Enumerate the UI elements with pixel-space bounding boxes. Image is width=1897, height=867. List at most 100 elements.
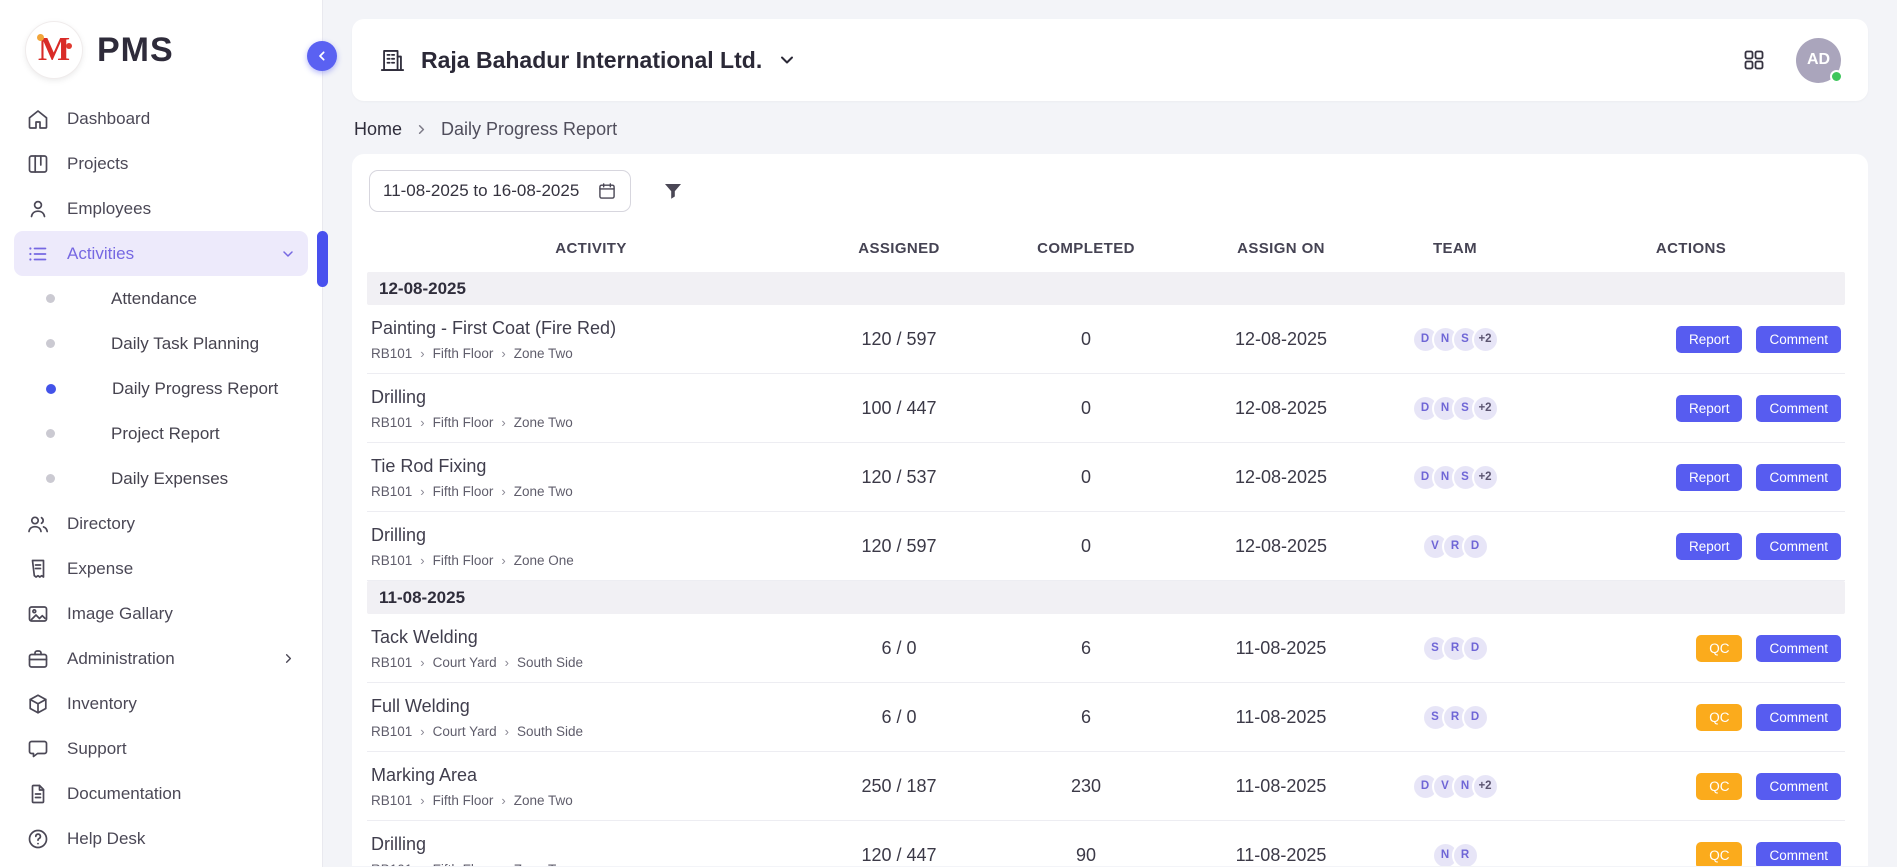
assigned-value: 100 / 447 [815,398,983,419]
team-avatar-more[interactable]: +2 [1472,395,1499,422]
activity-title[interactable]: Painting - First Coat (Fire Red) [371,318,811,339]
assigned-value: 120 / 447 [815,845,983,866]
date-range-input[interactable]: 11-08-2025 to 16-08-2025 [369,170,631,212]
team-avatar-more[interactable]: +2 [1472,326,1499,353]
column-header-actions: ACTIONS [1537,240,1845,257]
company-selector[interactable]: Raja Bahadur International Ltd. [379,47,797,74]
assign-on-value: 12-08-2025 [1189,536,1373,557]
table-header-row: ACTIVITY ASSIGNED COMPLETED ASSIGN ON TE… [367,224,1845,272]
sidebar-item-directory[interactable]: Directory [14,501,308,546]
logo-dot [37,34,44,41]
activity-title[interactable]: Full Welding [371,696,811,717]
activity-title[interactable]: Marking Area [371,765,811,786]
sidebar-item-administration[interactable]: Administration [14,636,308,681]
column-header-completed: COMPLETED [983,240,1189,257]
sidebar-item-dashboard[interactable]: Dashboard [14,96,308,141]
sidebar-item-expense[interactable]: Expense [14,546,308,591]
assign-on-value: 11-08-2025 [1189,776,1373,797]
sidebar-item-label: Support [67,739,127,759]
sidebar-item-activities[interactable]: Activities [14,231,308,276]
report-button[interactable]: Report [1676,395,1743,422]
person-icon [26,197,50,221]
activity-path: RB101Fifth FloorZone One [371,553,811,568]
assigned-value: 120 / 597 [815,329,983,350]
activity-title[interactable]: Drilling [371,834,811,855]
users-icon [26,512,50,536]
comment-button[interactable]: Comment [1756,842,1841,867]
chevron-down-icon [280,246,296,262]
app-logo: M PMS [0,0,322,91]
sidebar-subitem-attendance[interactable]: Attendance [14,276,308,321]
comment-button[interactable]: Comment [1756,773,1841,800]
team-avatars: SRD [1373,704,1537,731]
sidebar-item-label: Image Gallary [67,604,173,624]
team-avatar[interactable]: D [1462,533,1489,560]
activity-title[interactable]: Drilling [371,387,811,408]
sidebar-item-projects[interactable]: Projects [14,141,308,186]
bullet-icon [46,339,55,348]
assigned-value: 120 / 597 [815,536,983,557]
sidebar-item-support[interactable]: Support [14,726,308,771]
sidebar-subitem-daily-task-planning[interactable]: Daily Task Planning [14,321,308,366]
sidebar-subitem-daily-progress-report[interactable]: Daily Progress Report [14,366,308,411]
app-title: PMS [97,31,174,70]
bullet-icon [46,384,56,394]
apps-grid-button[interactable] [1742,48,1766,72]
team-avatar[interactable]: R [1452,842,1479,867]
sidebar-item-image-gallary[interactable]: Image Gallary [14,591,308,636]
chevron-right-icon [281,651,296,666]
user-avatar[interactable]: AD [1796,38,1841,83]
comment-button[interactable]: Comment [1756,635,1841,662]
completed-value: 0 [983,536,1189,557]
briefcase-icon [26,647,50,671]
sidebar-item-label: Documentation [67,784,181,804]
breadcrumb-home[interactable]: Home [354,119,402,140]
sidebar-item-employees[interactable]: Employees [14,186,308,231]
completed-value: 90 [983,845,1189,866]
comment-button[interactable]: Comment [1756,326,1841,353]
sidebar-subitem-project-report[interactable]: Project Report [14,411,308,456]
sidebar-collapse-button[interactable] [307,41,337,71]
company-name: Raja Bahadur International Ltd. [421,47,762,74]
assigned-value: 250 / 187 [815,776,983,797]
team-avatar-more[interactable]: +2 [1472,773,1499,800]
online-status-dot [1830,70,1843,83]
comment-button[interactable]: Comment [1756,395,1841,422]
bullet-icon [46,294,55,303]
logo-icon: M [26,22,82,78]
qc-button[interactable]: QC [1696,635,1742,662]
activity-title[interactable]: Drilling [371,525,811,546]
qc-button[interactable]: QC [1696,704,1742,731]
column-header-assigned: ASSIGNED [815,240,983,257]
assign-on-value: 12-08-2025 [1189,398,1373,419]
sidebar-item-documentation[interactable]: Documentation [14,771,308,816]
active-menu-indicator [317,231,328,287]
qc-button[interactable]: QC [1696,773,1742,800]
header-actions: AD [1742,38,1841,83]
chevron-down-icon [777,50,797,70]
comment-button[interactable]: Comment [1756,464,1841,491]
home-icon [26,107,50,131]
assigned-value: 6 / 0 [815,707,983,728]
building-icon [379,47,406,74]
report-button[interactable]: Report [1676,533,1743,560]
team-avatar[interactable]: D [1462,704,1489,731]
qc-button[interactable]: QC [1696,842,1742,867]
sidebar-item-label: Expense [67,559,133,579]
team-avatar-more[interactable]: +2 [1472,464,1499,491]
sidebar-item-inventory[interactable]: Inventory [14,681,308,726]
report-button[interactable]: Report [1676,326,1743,353]
table-row: Drilling RB101Fifth FloorZone One 120 / … [367,512,1845,581]
report-button[interactable]: Report [1676,464,1743,491]
team-avatar[interactable]: D [1462,635,1489,662]
activity-title[interactable]: Tie Rod Fixing [371,456,811,477]
help-icon [26,827,50,851]
comment-button[interactable]: Comment [1756,704,1841,731]
filter-icon[interactable] [661,179,685,203]
activity-title[interactable]: Tack Welding [371,627,811,648]
comment-button[interactable]: Comment [1756,533,1841,560]
sidebar-subitem-daily-expenses[interactable]: Daily Expenses [14,456,308,501]
sidebar-subitem-label: Daily Expenses [111,469,228,489]
sidebar-item-help-desk[interactable]: Help Desk [14,816,308,861]
assigned-value: 120 / 537 [815,467,983,488]
